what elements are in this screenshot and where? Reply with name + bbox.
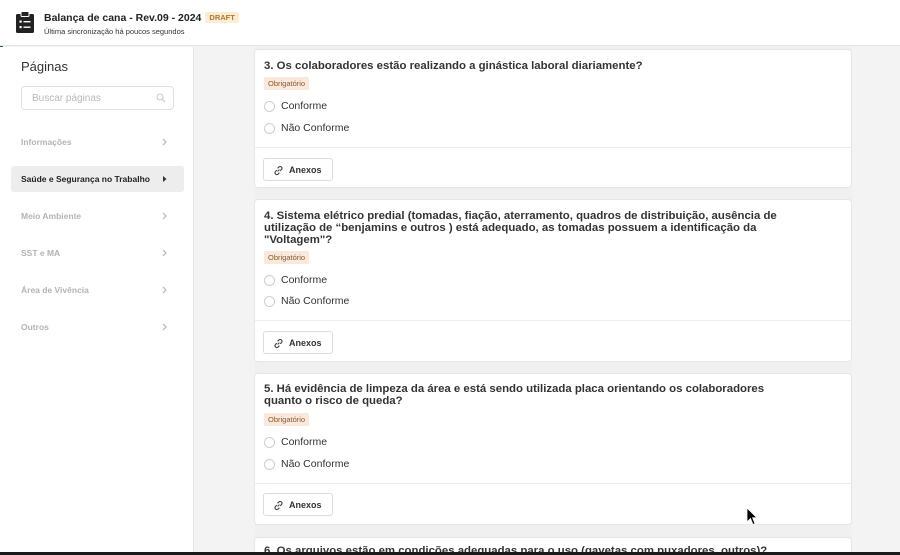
attachments-button[interactable]: Anexos: [263, 331, 333, 354]
sidebar-item-label: Saúde e Segurança no Trabalho: [21, 174, 150, 184]
chevron-right-icon: [162, 323, 167, 331]
required-badge: Obrigatório: [264, 77, 310, 90]
sidebar-item-saude-seguranca[interactable]: Saúde e Segurança no Trabalho: [11, 166, 184, 192]
radio-button[interactable]: [264, 275, 275, 286]
required-badge: Obrigatório: [264, 413, 310, 426]
attachments-button[interactable]: Anexos: [263, 493, 333, 516]
radio-button[interactable]: [264, 437, 275, 448]
required-badge: Obrigatório: [264, 251, 310, 264]
question-title: 4. Sistema elétrico predial (tomadas, fi…: [264, 210, 777, 246]
option-label: Não Conforme: [281, 295, 350, 307]
clipboard-icon: [16, 11, 34, 33]
chevron-right-icon: [162, 212, 167, 220]
option-label: Não Conforme: [281, 458, 350, 470]
link-icon: [274, 165, 283, 176]
option-label: Não Conforme: [281, 122, 350, 134]
chevron-right-icon: [162, 286, 167, 294]
option-label: Conforme: [281, 436, 328, 448]
radio-button[interactable]: [264, 296, 275, 307]
link-icon: [274, 500, 283, 511]
sidebar-item-area-vivencia[interactable]: Área de Vivência: [11, 277, 184, 303]
question-card: 3. Os colaboradores estão realizando a g…: [254, 49, 852, 188]
chevron-right-icon: [162, 249, 167, 257]
attachments-label: Anexos: [289, 165, 322, 175]
divider: [255, 147, 851, 148]
sidebar-item-informacoes[interactable]: Informações: [11, 129, 184, 155]
sidebar-item-label: Área de Vivência: [21, 285, 89, 295]
mouse-cursor-icon: [746, 507, 758, 526]
question-card: 4. Sistema elétrico predial (tomadas, fi…: [254, 199, 852, 362]
sidebar-heading: Páginas: [21, 59, 68, 74]
link-icon: [274, 338, 283, 349]
question-title: 5. Há evidência de limpeza da área e est…: [264, 383, 765, 407]
divider: [255, 483, 851, 484]
search-box: [21, 86, 174, 110]
sidebar: Páginas Informações Saúde e Segurança no…: [0, 47, 194, 555]
attachments-label: Anexos: [289, 500, 322, 510]
radio-button[interactable]: [264, 101, 275, 112]
option-label: Conforme: [281, 100, 328, 112]
sidebar-item-label: SST e MA: [21, 248, 61, 258]
sidebar-item-meio-ambiente[interactable]: Meio Ambiente: [11, 203, 184, 229]
sidebar-item-sst-ma[interactable]: SST e MA: [11, 240, 184, 266]
sidebar-item-label: Meio Ambiente: [21, 211, 82, 221]
sidebar-item-label: Informações: [21, 137, 72, 147]
page-title: Balança de cana - Rev.09 - 2024 DRAFT: [44, 12, 239, 24]
radio-button[interactable]: [264, 123, 275, 134]
attachments-label: Anexos: [289, 338, 322, 348]
caret-right-icon: [163, 176, 167, 182]
draft-badge: DRAFT: [205, 12, 239, 23]
question-title: 3. Os colaboradores estão realizando a g…: [264, 60, 643, 72]
attachments-button[interactable]: Anexos: [263, 158, 333, 181]
sidebar-item-outros[interactable]: Outros: [11, 314, 184, 340]
radio-button[interactable]: [264, 459, 275, 470]
sidebar-item-label: Outros: [21, 322, 49, 332]
main-content[interactable]: 3. Os colaboradores estão realizando a g…: [195, 47, 900, 555]
search-input[interactable]: [22, 87, 152, 109]
search-icon: [156, 93, 166, 103]
top-bar: Balança de cana - Rev.09 - 2024 DRAFT Últ…: [0, 0, 900, 46]
option-label: Conforme: [281, 274, 328, 286]
sync-status: Última sincronização há poucos segundos: [44, 27, 185, 36]
question-card: 5. Há evidência de limpeza da área e est…: [254, 373, 852, 525]
divider: [255, 320, 851, 321]
chevron-right-icon: [162, 138, 167, 146]
